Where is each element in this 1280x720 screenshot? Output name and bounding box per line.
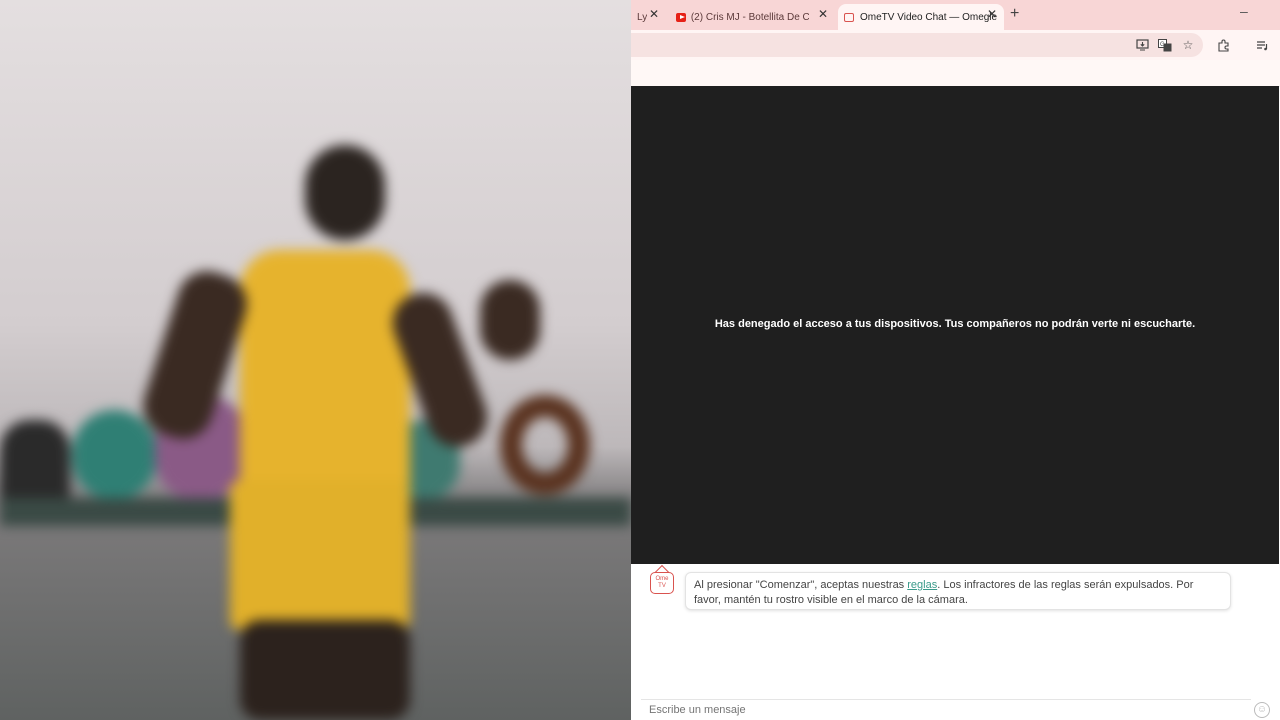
sign-letter-dark xyxy=(0,420,70,505)
extensions-icon[interactable] xyxy=(1215,37,1231,53)
sign-letter-brown xyxy=(500,395,590,495)
partner-video-area: Has denegado el acceso a tus dispositivo… xyxy=(631,86,1279,564)
message-input[interactable] xyxy=(641,699,1251,720)
ometv-logo: Ome TV xyxy=(650,572,674,594)
svg-text:G: G xyxy=(1160,42,1165,48)
video-scene xyxy=(0,0,631,720)
device-denied-message: Has denegado el acceso a tus dispositivo… xyxy=(714,318,1196,330)
sign-letter-teal xyxy=(72,410,157,500)
tab-title: Ly xyxy=(637,11,648,23)
new-tab-button[interactable]: + xyxy=(1010,5,1019,23)
youtube-icon xyxy=(676,12,686,22)
logo-text: Ome TV xyxy=(655,576,669,589)
tab-title: (2) Cris MJ - Botellita De Champ xyxy=(690,11,809,23)
person-shorts xyxy=(230,480,410,630)
page-header-band xyxy=(631,60,1280,87)
close-icon[interactable]: ✕ xyxy=(987,8,997,20)
person-legs xyxy=(240,620,410,720)
system-notice-bubble: Al presionar "Comenzar", aceptas nuestra… xyxy=(685,572,1231,610)
tab-ometv[interactable]: OmeTV Video Chat — Omegle xyxy=(838,4,1004,30)
ometv-icon xyxy=(844,12,854,22)
chat-gutter xyxy=(631,564,641,720)
person-jersey xyxy=(240,250,410,510)
install-app-icon[interactable] xyxy=(1134,37,1150,53)
emoji-icon[interactable]: ☺ xyxy=(1254,702,1270,718)
video-feed xyxy=(0,0,631,720)
tab-youtube[interactable]: (2) Cris MJ - Botellita De Champ xyxy=(670,4,815,30)
person-head xyxy=(305,145,385,240)
media-queue-icon[interactable] xyxy=(1254,37,1270,53)
notice-text-start: Al presionar "Comenzar", aceptas nuestra… xyxy=(694,579,908,591)
tab-title: OmeTV Video Chat — Omegle xyxy=(860,11,998,23)
person-hand-right xyxy=(480,280,540,360)
close-icon[interactable]: ✕ xyxy=(649,8,659,20)
close-icon[interactable]: ✕ xyxy=(818,8,828,20)
bookmark-star-icon[interactable]: ☆ xyxy=(1180,37,1196,53)
minimize-button[interactable]: – xyxy=(1240,3,1248,19)
rules-link[interactable]: reglas xyxy=(907,579,937,591)
translate-icon[interactable]: G xyxy=(1157,37,1173,53)
address-bar[interactable] xyxy=(631,33,1203,57)
